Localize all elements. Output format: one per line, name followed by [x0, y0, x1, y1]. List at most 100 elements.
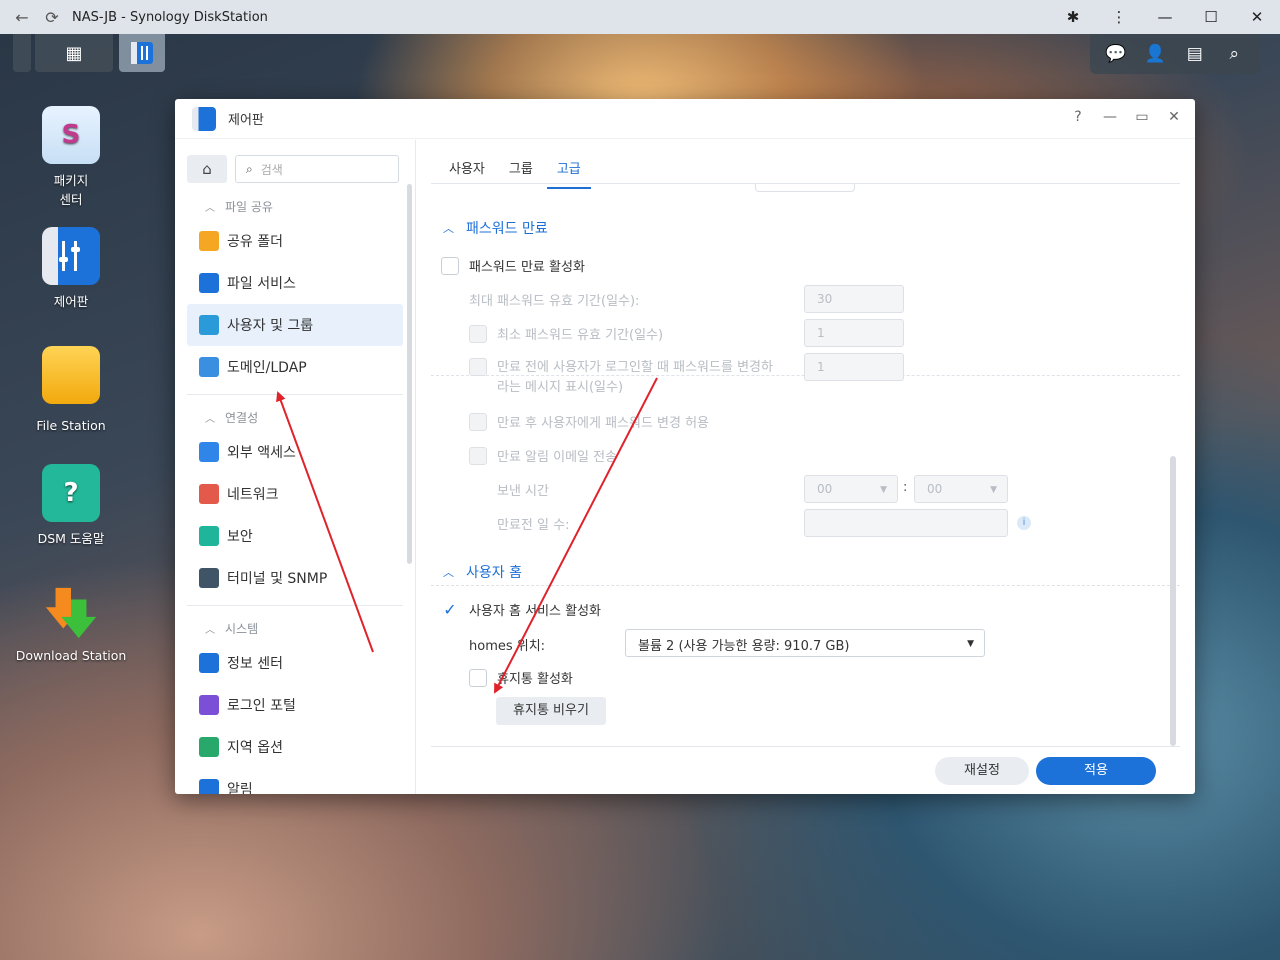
checkbox-checked[interactable]: ✓ [441, 600, 459, 619]
sidebar-item-icon [199, 357, 219, 377]
sidebar-item[interactable]: 네트워크 [187, 473, 403, 515]
user-icon[interactable]: 👤 [1140, 44, 1170, 64]
homes-location-select[interactable]: 볼륨 2 (사용 가능한 용량: 910.7 GB) ▼ [625, 629, 985, 657]
info-icon[interactable]: i [1017, 516, 1031, 530]
empty-recycle-bin-button[interactable]: 휴지통 비우기 [496, 697, 606, 725]
section-title: 패스워드 만료 [466, 221, 548, 237]
taskbar-left-edge[interactable] [13, 34, 31, 72]
main-content: 사용자 그룹 고급 ︿ 패스워드 만료 패스워드 만료 활성화 최대 패스워드 … [417, 140, 1195, 794]
sidebar-item[interactable]: 정보 센터 [187, 642, 403, 684]
sidebar-divider [187, 605, 403, 606]
section-title: 시스템 [225, 621, 259, 636]
desktop-icon-file-station[interactable]: File Station [10, 346, 132, 433]
extensions-icon[interactable]: ✱ [1050, 8, 1096, 26]
main-scrollbar[interactable] [1170, 456, 1176, 746]
sidebar-item[interactable]: 터미널 및 SNMP [187, 557, 403, 599]
sidebar-item[interactable]: 외부 액세스 [187, 431, 403, 473]
checkbox[interactable] [469, 358, 487, 376]
sidebar-scrollbar[interactable] [407, 184, 412, 564]
download-icon [42, 584, 100, 642]
checkbox[interactable] [441, 256, 459, 275]
user-home-header[interactable]: ︿ 사용자 홈 [443, 562, 522, 582]
window-title: 제어판 [228, 113, 264, 128]
chevron-up-icon: ︿ [443, 222, 454, 235]
sidebar-item-icon [199, 568, 219, 588]
prompt-days-field[interactable]: 1 [804, 353, 904, 381]
window-titlebar[interactable]: 제어판 ? — ▭ ✕ [175, 99, 1195, 139]
folder-icon [42, 346, 100, 404]
chevron-up-icon: ︿ [443, 566, 454, 579]
max-age-label: 최대 패스워드 유효 기간(일수): [469, 294, 640, 309]
sidebar-item[interactable]: 보안 [187, 515, 403, 557]
select-value: 볼륨 2 (사용 가능한 용량: 910.7 GB) [638, 639, 850, 654]
caret-down-icon: ▼ [880, 485, 887, 495]
desktop-icon-label: Download Station [15, 648, 127, 663]
sidebar-item-label: 공유 폴더 [227, 234, 283, 250]
search-icon: ⌕ [246, 161, 253, 176]
sidebar-item-label: 사용자 및 그룹 [227, 318, 314, 334]
close-button[interactable]: ✕ [1165, 109, 1183, 125]
desktop-icon-download-station[interactable]: Download Station [10, 584, 132, 663]
minimize-icon[interactable]: — [1142, 8, 1188, 26]
maximize-button[interactable]: ▭ [1133, 109, 1151, 125]
search-icon[interactable]: ⌕ [1219, 44, 1249, 64]
checkbox-label: 만료 전에 사용자가 로그인할 때 패스워드를 변경하 라는 메시지 표시(일수) [497, 358, 773, 398]
sidebar-item[interactable]: 공유 폴더 [187, 220, 403, 262]
sidebar-item-icon [199, 737, 219, 757]
apply-button[interactable]: 적용 [1036, 757, 1156, 785]
sidebar-section-header[interactable]: ︿ 파일 공유 [187, 192, 403, 220]
recycle-bin-enable[interactable]: 휴지통 활성화 [469, 668, 573, 687]
menu-dots-icon[interactable]: ⋮ [1096, 8, 1142, 26]
chat-icon[interactable]: 💬 [1101, 44, 1131, 64]
min-age-row: 최소 패스워드 유효 기간(일수) [469, 324, 663, 343]
checkbox-label: 만료 알림 이메일 전송 [497, 450, 618, 465]
expiry-email-row: 만료 알림 이메일 전송 [469, 446, 617, 465]
hour-select[interactable]: 00 ▼ [804, 475, 898, 503]
password-expiry-header[interactable]: ︿ 패스워드 만료 [443, 218, 548, 238]
sidebar-item-icon [199, 273, 219, 293]
time-colon: : [903, 480, 908, 495]
main-menu-icon[interactable]: ▦ [35, 34, 113, 72]
desktop-icon-package-center[interactable]: S 패키지 센터 [10, 106, 132, 208]
sidebar-item-label: 지역 옵션 [227, 740, 283, 756]
checkbox[interactable] [469, 446, 487, 465]
sidebar-item-icon [199, 779, 219, 794]
widgets-icon[interactable]: ▤ [1180, 44, 1210, 64]
sidebar-item-icon [199, 442, 219, 462]
home-button[interactable]: ⌂ [187, 155, 227, 183]
reload-icon[interactable]: ⟳ [40, 5, 64, 29]
sidebar-item-label: 네트워크 [227, 487, 279, 503]
checkbox[interactable] [469, 324, 487, 343]
help-button[interactable]: ? [1069, 109, 1087, 125]
sidebar-item[interactable]: 도메인/LDAP [187, 346, 403, 388]
sidebar-item[interactable]: 사용자 및 그룹 [187, 304, 403, 346]
sidebar-section-header[interactable]: ︿ 시스템 [187, 614, 403, 642]
days-before-field[interactable] [804, 509, 1008, 537]
back-arrow-icon[interactable]: ← [10, 5, 34, 29]
search-input[interactable]: ⌕ 검색 [235, 155, 399, 183]
minute-select[interactable]: 00 ▼ [914, 475, 1008, 503]
minimize-button[interactable]: — [1101, 109, 1119, 125]
desktop-icon-dsm-help[interactable]: ? DSM 도움말 [10, 464, 132, 547]
checkbox[interactable] [469, 412, 487, 431]
min-age-field[interactable]: 1 [804, 319, 904, 347]
taskbar-control-panel-icon[interactable] [119, 34, 165, 72]
close-icon[interactable]: ✕ [1234, 8, 1280, 26]
password-expiry-enable[interactable]: 패스워드 만료 활성화 [441, 256, 585, 275]
max-age-field[interactable]: 30 [804, 285, 904, 313]
sidebar-item-icon [199, 526, 219, 546]
sidebar-item[interactable]: 파일 서비스 [187, 262, 403, 304]
checkbox-label: 만료 후 사용자에게 패스워드 변경 허용 [497, 416, 710, 431]
sidebar-item[interactable]: 로그인 포털 [187, 684, 403, 726]
section-title: 사용자 홈 [466, 565, 522, 581]
maximize-icon[interactable]: ☐ [1188, 8, 1234, 26]
desktop-icon-control-panel[interactable]: 제어판 [10, 227, 132, 310]
chevron-up-icon: ︿ [205, 624, 215, 636]
reset-button[interactable]: 재설정 [935, 757, 1029, 785]
sidebar-item[interactable]: 알림 [187, 768, 403, 794]
checkbox[interactable] [469, 668, 487, 687]
sidebar-item[interactable]: 지역 옵션 [187, 726, 403, 768]
user-home-enable[interactable]: ✓ 사용자 홈 서비스 활성화 [441, 600, 601, 619]
sidebar-section-header[interactable]: ︿ 연결성 [187, 403, 403, 431]
chevron-up-icon: ︿ [205, 413, 215, 425]
